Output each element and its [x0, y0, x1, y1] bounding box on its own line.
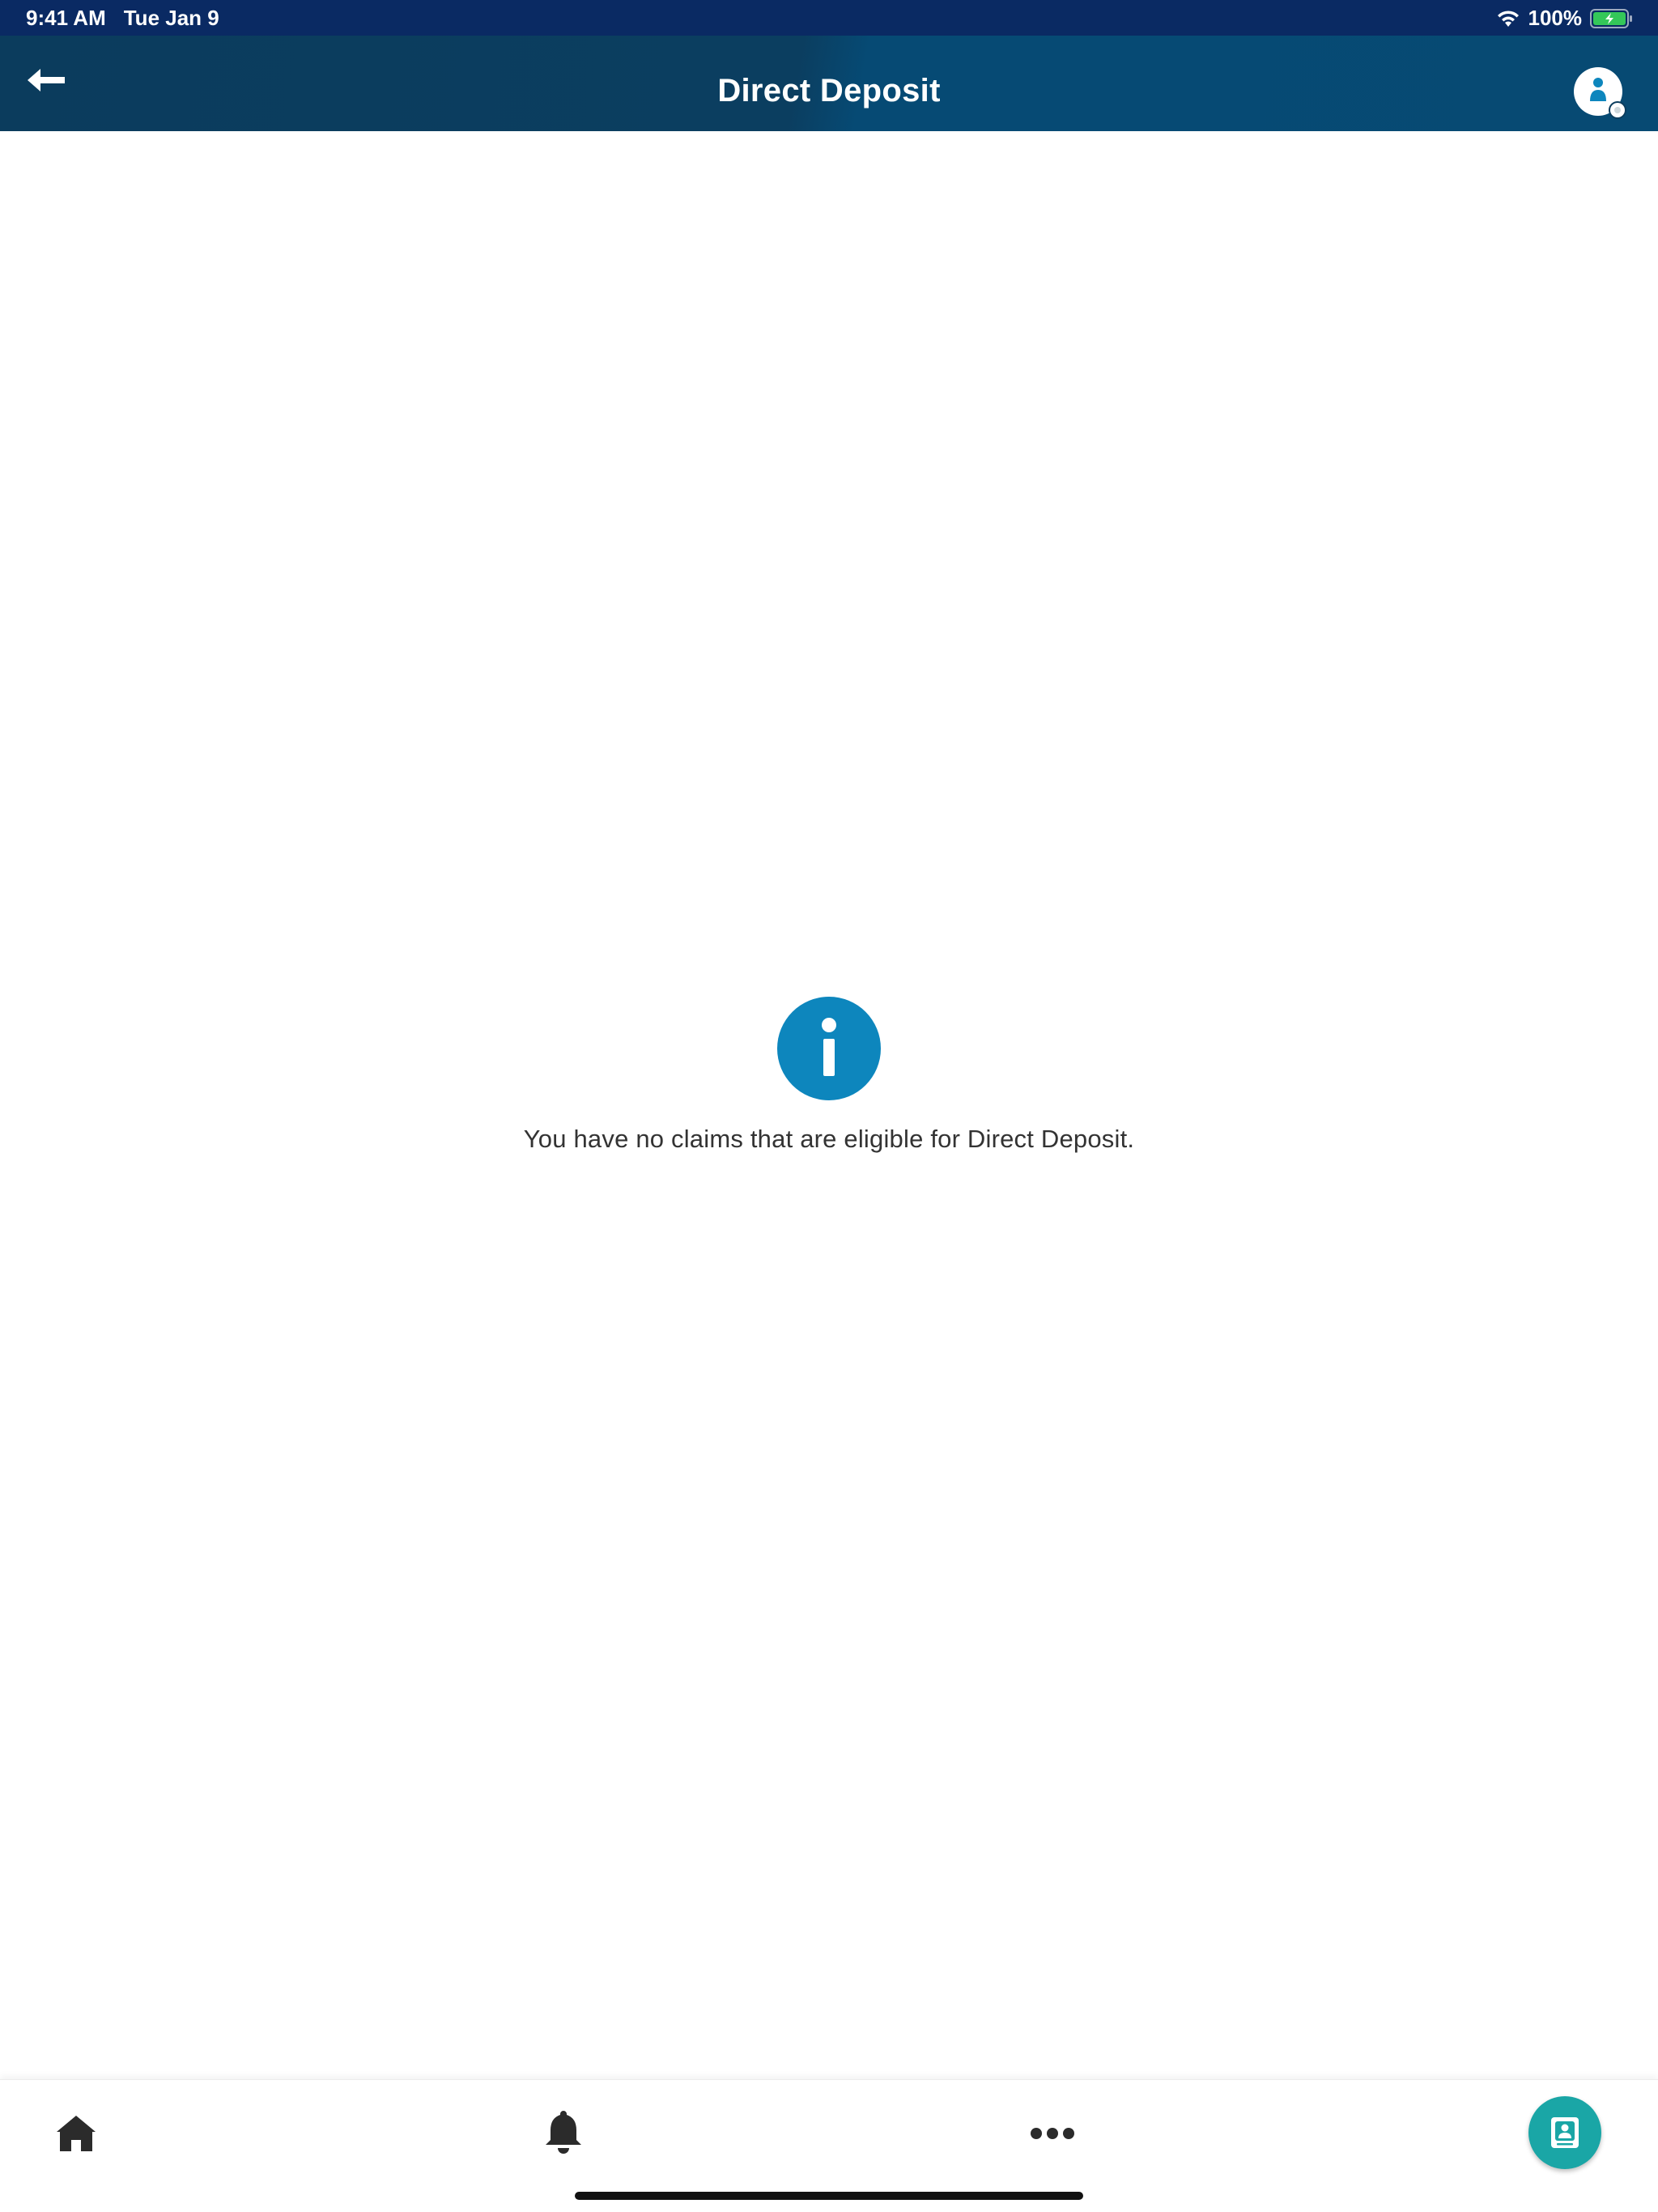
user-profile-icon [1574, 67, 1626, 119]
claim-card-icon [1551, 2117, 1579, 2148]
nav-claim-button[interactable] [1528, 2096, 1601, 2169]
profile-button[interactable] [1572, 66, 1627, 121]
status-right: 100% [1496, 6, 1635, 31]
nav-more-button[interactable] [1030, 2124, 1075, 2143]
wifi-icon [1496, 9, 1520, 28]
bell-icon [546, 2111, 581, 2154]
status-bar: 9:41 AM Tue Jan 9 100% [0, 0, 1658, 36]
info-icon [776, 996, 882, 1101]
empty-state-message: You have no claims that are eligible for… [523, 1125, 1135, 1153]
nav-notifications-button[interactable] [542, 2108, 585, 2156]
more-icon [1031, 2128, 1074, 2139]
home-icon [57, 2116, 96, 2151]
status-left: 9:41 AM Tue Jan 9 [26, 6, 219, 31]
status-time: 9:41 AM [26, 6, 106, 30]
battery-charging-icon [1590, 8, 1634, 29]
empty-state: You have no claims that are eligible for… [0, 996, 1658, 1154]
app-header: Direct Deposit [0, 36, 1658, 131]
page-title: Direct Deposit [717, 73, 941, 108]
status-date: Tue Jan 9 [123, 6, 219, 30]
battery-percent: 100% [1528, 6, 1583, 30]
home-indicator[interactable] [575, 2192, 1083, 2200]
app-screen: 9:41 AM Tue Jan 9 100% Direct Deposit Yo… [0, 0, 1658, 2212]
nav-home-button[interactable] [53, 2111, 99, 2156]
